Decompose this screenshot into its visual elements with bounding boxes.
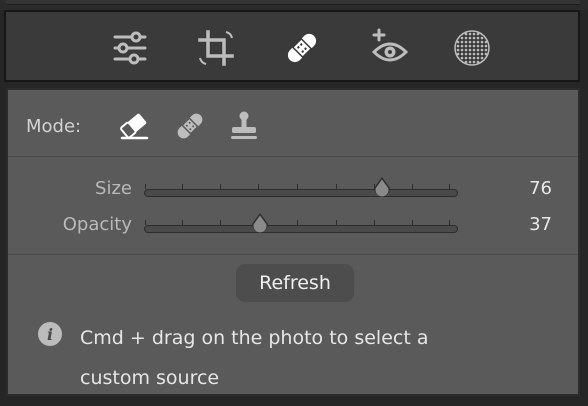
size-value[interactable]: 76 xyxy=(529,178,552,199)
healing-bandage-icon[interactable] xyxy=(280,26,324,70)
tick xyxy=(220,184,221,189)
info-text: Cmd + drag on the photo to select a cust… xyxy=(80,327,429,389)
tick xyxy=(182,184,183,189)
tick xyxy=(449,220,450,225)
top-strip xyxy=(0,0,588,10)
tick xyxy=(182,220,183,225)
info-icon: i xyxy=(38,322,62,346)
opacity-slider-row: Opacity 37 xyxy=(8,210,578,242)
size-slider-thumb[interactable] xyxy=(371,176,393,198)
top-panel-edge xyxy=(6,0,580,5)
divider xyxy=(8,254,578,255)
tick xyxy=(412,184,413,189)
tick xyxy=(297,220,298,225)
opacity-slider-thumb[interactable] xyxy=(249,212,271,234)
tick xyxy=(374,220,375,225)
mode-label: Mode: xyxy=(26,116,82,137)
tick xyxy=(220,220,221,225)
red-eye-icon[interactable] xyxy=(368,26,412,70)
tick xyxy=(145,184,146,189)
refresh-button[interactable]: Refresh xyxy=(236,264,354,302)
opacity-value[interactable]: 37 xyxy=(529,214,552,235)
tick xyxy=(336,184,337,189)
clone-stamp-icon[interactable] xyxy=(226,108,262,144)
opacity-label: Opacity xyxy=(62,214,132,235)
healing-panel: Mode: Size 76 Opacity 37 Refresh i Cmd +… xyxy=(6,88,580,396)
tick xyxy=(449,184,450,189)
edit-sliders-icon[interactable] xyxy=(108,26,152,70)
crop-icon[interactable] xyxy=(194,26,238,70)
size-label: Size xyxy=(95,178,132,199)
masking-icon[interactable] xyxy=(450,26,494,70)
tick xyxy=(258,184,259,189)
tick xyxy=(297,184,298,189)
content-aware-remove-eraser-icon[interactable] xyxy=(116,108,152,144)
tick xyxy=(145,220,146,225)
tick xyxy=(336,220,337,225)
mode-row: Mode: xyxy=(8,90,578,157)
size-slider-row: Size 76 xyxy=(8,174,578,206)
opacity-slider[interactable] xyxy=(144,213,458,233)
bottom-strip xyxy=(0,396,588,406)
heal-bandage-icon[interactable] xyxy=(172,108,208,144)
tool-strip xyxy=(4,10,580,82)
tick xyxy=(412,220,413,225)
size-slider[interactable] xyxy=(144,177,458,197)
